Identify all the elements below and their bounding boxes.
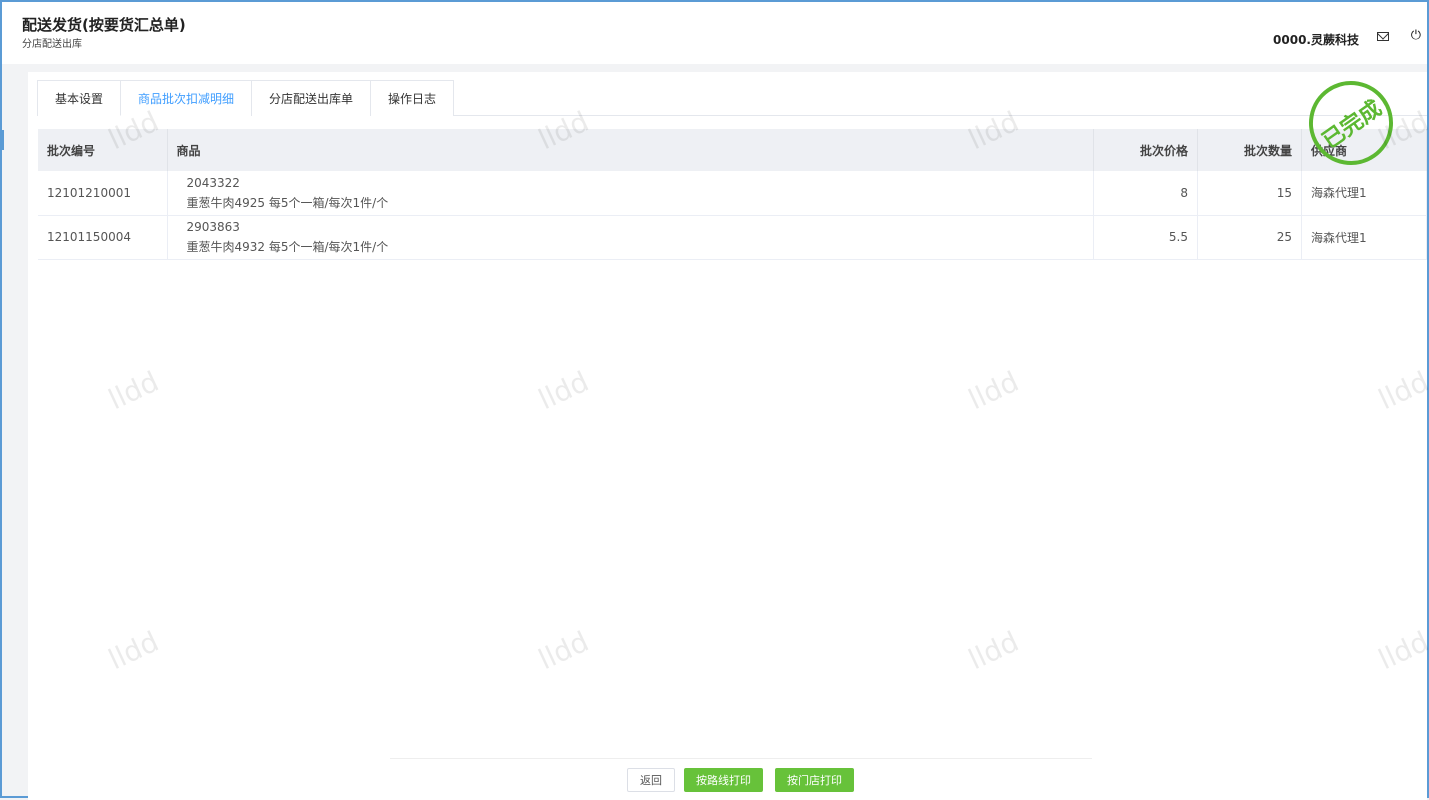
print-by-route-button[interactable]: 按路线打印 [684, 768, 763, 792]
batch-number: 12101150004 [38, 215, 168, 260]
col-goods: 商品 [167, 129, 1094, 171]
col-batch: 批次编号 [38, 129, 168, 171]
col-price: 批次价格 [1093, 129, 1198, 171]
page-subtitle: 分店配送出库 [22, 39, 82, 50]
batch-qty: 25 [1197, 215, 1302, 260]
supplier: 海森代理1 [1301, 171, 1427, 216]
supplier: 海森代理1 [1301, 215, 1427, 260]
batch-number: 12101210001 [38, 171, 168, 216]
batch-qty: 15 [1197, 171, 1302, 216]
tab-bar: 基本设置 商品批次扣减明细 分店配送出库单 操作日志 [37, 80, 1427, 116]
tab-basic-settings[interactable]: 基本设置 [37, 80, 122, 116]
mail-icon[interactable] [1377, 32, 1389, 41]
batch-price: 5.5 [1093, 215, 1198, 260]
sidebar-edge [2, 130, 4, 150]
batch-table: 批次编号 商品 批次价格 批次数量 供应商 12101210001 204332… [38, 129, 1427, 260]
content-card: 基本设置 商品批次扣减明细 分店配送出库单 操作日志 批次编号 商品 批次价格 … [28, 64, 1427, 800]
goods-cell: 2903863 重葱牛肉4932 每5个一箱/每次1件/个 [167, 215, 1094, 260]
footer-divider [390, 758, 1092, 759]
tab-store-outbound[interactable]: 分店配送出库单 [251, 80, 372, 116]
tab-operation-log[interactable]: 操作日志 [370, 80, 455, 116]
power-icon[interactable]: ⏻ [1411, 28, 1421, 43]
tab-batch-details[interactable]: 商品批次扣减明细 [120, 80, 253, 116]
goods-code: 2043322 [186, 175, 240, 190]
table-row[interactable]: 12101150004 2903863 重葱牛肉4932 每5个一箱/每次1件/个… [38, 215, 1427, 260]
batch-price: 8 [1093, 171, 1198, 216]
goods-name: 重葱牛肉4925 每5个一箱/每次1件/个 [186, 195, 389, 210]
goods-name: 重葱牛肉4932 每5个一箱/每次1件/个 [186, 240, 389, 254]
col-qty: 批次数量 [1197, 129, 1302, 171]
print-by-store-button[interactable]: 按门店打印 [775, 768, 854, 792]
user-name[interactable]: 0000.灵蕨科技 [1273, 31, 1359, 48]
page-title: 配送发货(按要货汇总单) [22, 16, 186, 34]
page-header: 配送发货(按要货汇总单) 分店配送出库 0000.灵蕨科技 ⏻ [2, 2, 1427, 64]
goods-code: 2903863 [186, 220, 240, 234]
goods-cell: 2043322 重葱牛肉4925 每5个一箱/每次1件/个 [167, 171, 1094, 216]
table-row[interactable]: 12101210001 2043322 重葱牛肉4925 每5个一箱/每次1件/个… [38, 171, 1427, 216]
back-button[interactable]: 返回 [627, 768, 675, 792]
